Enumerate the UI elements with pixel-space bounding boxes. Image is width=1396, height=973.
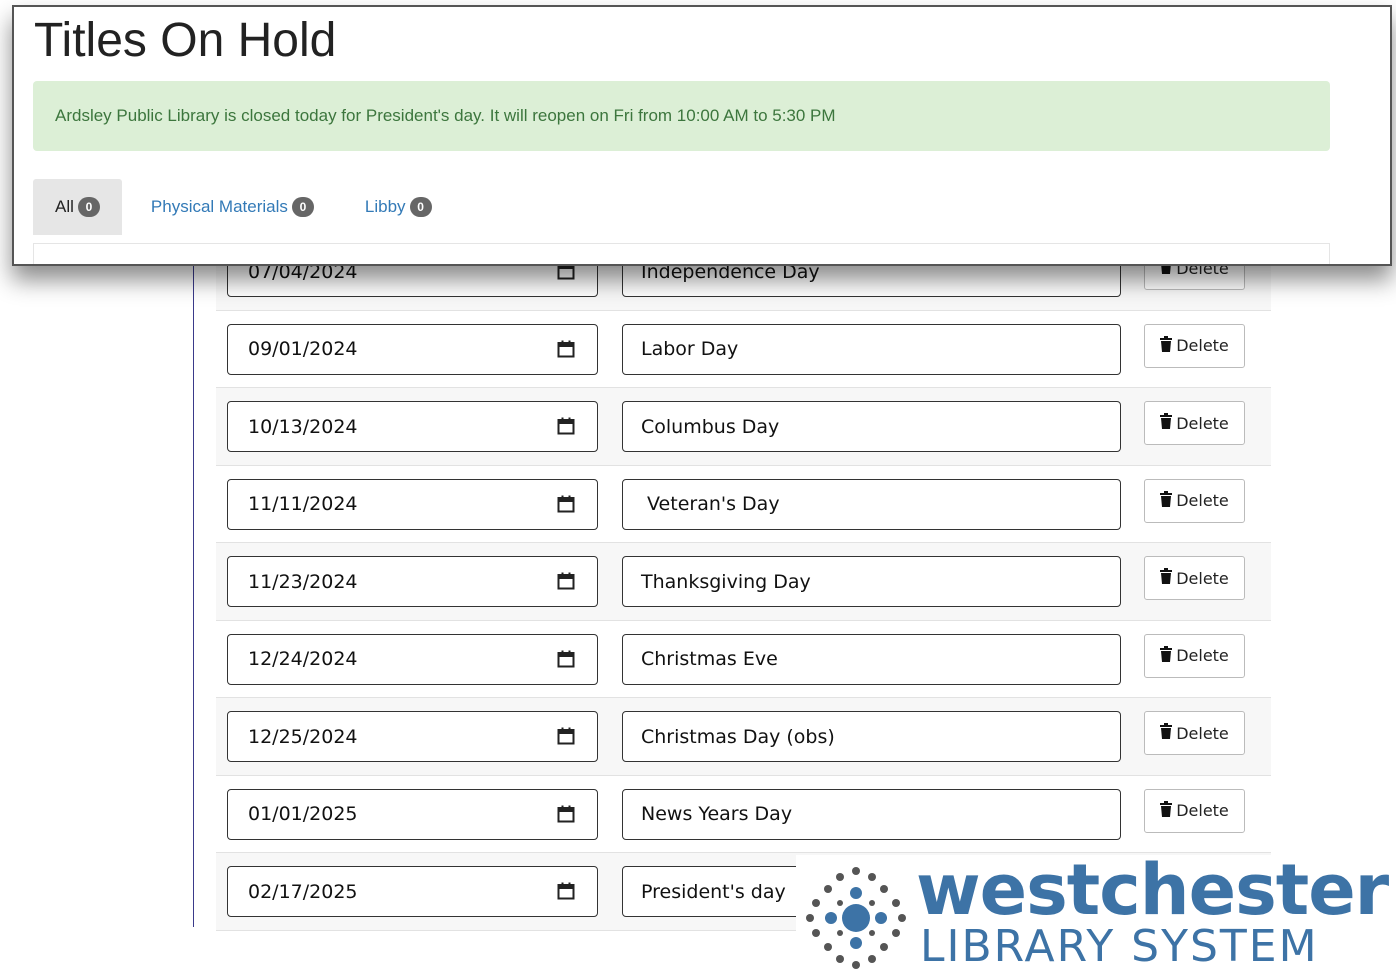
tab-libby[interactable]: Libby 0 xyxy=(343,179,454,235)
trash-icon xyxy=(1160,645,1173,666)
holds-tabs: All 0 Physical Materials 0 Libby 0 xyxy=(33,179,461,235)
holds-panel-top-edge xyxy=(33,243,1330,264)
delete-button-label: Delete xyxy=(1176,568,1229,588)
holiday-row: 12/25/2024 Christmas Day (obs) Delete xyxy=(216,698,1271,776)
delete-button-label: Delete xyxy=(1176,336,1229,355)
holiday-date-value: 12/24/2024 xyxy=(248,648,358,670)
holiday-date-input[interactable]: 12/25/2024 xyxy=(227,711,598,762)
holiday-name-value: Columbus Day xyxy=(641,415,780,438)
holiday-name-value: Christmas Eve xyxy=(641,648,778,670)
delete-holiday-button[interactable]: Delete xyxy=(1144,633,1245,678)
holiday-name-input[interactable]: Labor Day xyxy=(622,323,1121,375)
tab-physical-materials[interactable]: Physical Materials 0 xyxy=(129,179,336,235)
tab-all-label: All xyxy=(55,197,74,216)
holiday-date-value: 09/01/2024 xyxy=(248,338,358,360)
calendar-icon[interactable] xyxy=(557,572,575,590)
holiday-list: 07/04/2024 Independence Day Delete 09/01/20… xyxy=(216,233,1271,931)
logo-word-westchester: westchester xyxy=(916,849,1389,931)
holiday-date-value: 12/25/2024 xyxy=(248,725,358,748)
holiday-date-value: 02/17/2025 xyxy=(248,880,358,903)
delete-button-label: Delete xyxy=(1176,801,1229,820)
holiday-date-value: 11/11/2024 xyxy=(248,493,358,515)
closure-alert-text: Ardsley Public Library is closed today f… xyxy=(55,106,836,125)
holiday-name-value: News Years Day xyxy=(641,803,793,825)
trash-icon xyxy=(1160,800,1173,821)
westchester-library-system-logo: westchester LIBRARY SYSTEM xyxy=(796,849,1396,973)
calendar-icon[interactable] xyxy=(557,650,575,668)
calendar-icon[interactable] xyxy=(557,495,575,513)
page-title: Titles On Hold xyxy=(34,14,337,67)
calendar-icon[interactable] xyxy=(557,340,575,358)
titles-on-hold-panel: Titles On Hold Ardsley Public Library is… xyxy=(12,5,1392,266)
calendar-icon[interactable] xyxy=(557,805,575,823)
westchester-logo-mark-icon xyxy=(806,867,906,969)
calendar-icon[interactable] xyxy=(557,882,575,900)
holiday-name-input[interactable]: Veteran's Day xyxy=(622,478,1121,530)
delete-holiday-button[interactable]: Delete xyxy=(1144,323,1245,368)
tab-physical-materials-count-badge: 0 xyxy=(291,197,314,217)
holiday-date-input[interactable]: 10/13/2024 xyxy=(227,401,598,452)
trash-icon xyxy=(1160,490,1173,511)
holiday-name-value: Christmas Day (obs) xyxy=(641,725,835,748)
delete-button-label: Delete xyxy=(1176,491,1229,510)
trash-icon xyxy=(1160,723,1173,743)
holiday-name-input[interactable]: Columbus Day xyxy=(622,401,1121,452)
holiday-date-value: 01/01/2025 xyxy=(248,803,358,825)
calendar-icon[interactable] xyxy=(557,727,575,745)
tab-all-count-badge: 0 xyxy=(77,197,100,217)
holiday-row: 01/01/2025 News Years Day Delete xyxy=(216,776,1271,853)
holiday-name-value: Veteran's Day xyxy=(641,493,780,515)
closure-alert: Ardsley Public Library is closed today f… xyxy=(33,81,1330,151)
delete-holiday-button[interactable]: Delete xyxy=(1144,401,1245,445)
trash-icon xyxy=(1160,413,1173,433)
delete-holiday-button[interactable]: Delete xyxy=(1144,478,1245,523)
holiday-date-value: 10/13/2024 xyxy=(248,415,358,438)
delete-button-label: Delete xyxy=(1176,413,1229,433)
calendar-icon[interactable] xyxy=(557,417,575,435)
holiday-name-input[interactable]: Thanksgiving Day xyxy=(622,556,1121,607)
tab-libby-label: Libby xyxy=(364,197,406,216)
delete-holiday-button[interactable]: Delete xyxy=(1144,788,1245,833)
holiday-name-input[interactable]: Christmas Day (obs) xyxy=(622,711,1121,762)
delete-button-label: Delete xyxy=(1176,646,1229,665)
holiday-row: 11/11/2024 Veteran's Day Delete xyxy=(216,466,1271,543)
holiday-name-value: Thanksgiving Day xyxy=(641,570,811,593)
holiday-row: 10/13/2024 Columbus Day Delete xyxy=(216,388,1271,466)
delete-button-label: Delete xyxy=(1176,723,1229,743)
holiday-date-input[interactable]: 09/01/2024 xyxy=(227,323,598,375)
holiday-name-input[interactable]: News Years Day xyxy=(622,788,1121,840)
holiday-date-input[interactable]: 11/23/2024 xyxy=(227,556,598,607)
holiday-name-value: President's day xyxy=(641,880,786,903)
holiday-date-value: 11/23/2024 xyxy=(248,570,358,593)
trash-icon xyxy=(1160,335,1173,356)
holiday-row: 09/01/2024 Labor Day Delete xyxy=(216,311,1271,388)
content-divider xyxy=(193,260,194,927)
tab-all[interactable]: All 0 xyxy=(33,179,122,235)
holiday-date-input[interactable]: 12/24/2024 xyxy=(227,633,598,685)
delete-holiday-button[interactable]: Delete xyxy=(1144,556,1245,600)
holiday-date-input[interactable]: 11/11/2024 xyxy=(227,478,598,530)
tab-libby-count-badge: 0 xyxy=(409,197,432,217)
holiday-row: 11/23/2024 Thanksgiving Day Delete xyxy=(216,543,1271,621)
delete-holiday-button[interactable]: Delete xyxy=(1144,711,1245,755)
tab-physical-materials-label: Physical Materials xyxy=(150,197,288,216)
holiday-row: 12/24/2024 Christmas Eve Delete xyxy=(216,621,1271,698)
logo-word-library-system: LIBRARY SYSTEM xyxy=(920,921,1319,972)
holiday-name-input[interactable]: Christmas Eve xyxy=(622,633,1121,685)
holiday-name-value: Labor Day xyxy=(641,338,739,360)
holiday-date-input[interactable]: 01/01/2025 xyxy=(227,788,598,840)
trash-icon xyxy=(1160,568,1173,588)
holiday-date-input[interactable]: 02/17/2025 xyxy=(227,866,598,917)
